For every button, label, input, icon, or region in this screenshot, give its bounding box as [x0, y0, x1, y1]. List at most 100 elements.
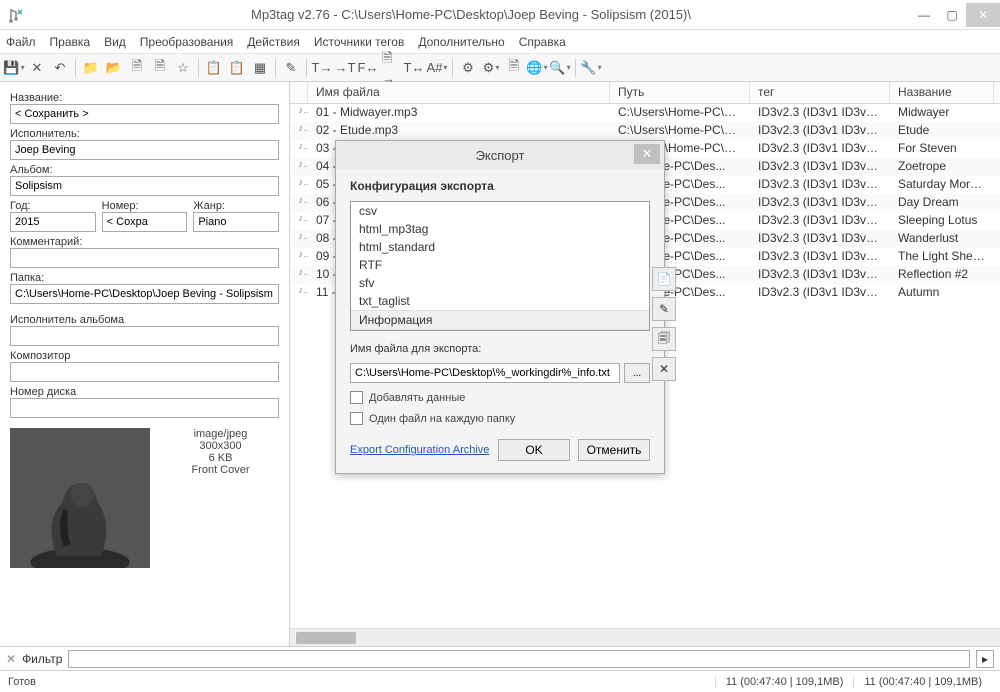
- folder-field[interactable]: [10, 284, 279, 304]
- cuesheet-icon[interactable]: 🗎: [150, 58, 170, 78]
- autonumber-icon[interactable]: A#▾: [427, 58, 447, 78]
- menu-view[interactable]: Вид: [104, 35, 126, 49]
- filter-clear-icon[interactable]: ✕: [6, 652, 16, 666]
- toolbar: 💾▾ ✕ ↶ 📁 📂 🗎 🗎 ☆ 📋 📋 ▦ ✎ T→ →T F↔ 🗎→ T↔ …: [0, 54, 1000, 82]
- copy-icon[interactable]: 📋: [204, 58, 224, 78]
- export-config-list[interactable]: csv html_mp3tag html_standard RTF sfv tx…: [350, 201, 650, 331]
- export-icon[interactable]: 🗎: [504, 58, 524, 78]
- cover-sources-icon[interactable]: 🔍▾: [550, 58, 570, 78]
- tag-tag-icon[interactable]: T↔: [404, 58, 424, 78]
- remove-tags-icon[interactable]: ✕: [27, 58, 47, 78]
- menu-edit[interactable]: Правка: [50, 35, 91, 49]
- menu-extras[interactable]: Дополнительно: [418, 35, 504, 49]
- undo-icon[interactable]: ↶: [50, 58, 70, 78]
- albumartist-label: Исполнитель альбома: [10, 314, 279, 326]
- favorite-icon[interactable]: ☆: [173, 58, 193, 78]
- export-filename-label: Имя файла для экспорта:: [350, 343, 650, 355]
- composer-field[interactable]: [10, 362, 279, 382]
- audio-file-icon: ♪: [290, 212, 308, 230]
- paste-icon[interactable]: 📋: [227, 58, 247, 78]
- audio-file-icon: ♪: [290, 284, 308, 302]
- status-ready: Готов: [8, 676, 36, 688]
- window-title: Mp3tag v2.76 - C:\Users\Home-PC\Desktop\…: [32, 7, 910, 22]
- col-path[interactable]: Путь: [610, 82, 750, 103]
- album-field[interactable]: [10, 176, 279, 196]
- album-label: Альбом:: [10, 164, 279, 176]
- tag-filename-icon[interactable]: T→: [312, 58, 332, 78]
- filter-label: Фильтр: [22, 652, 62, 666]
- app-icon: [8, 7, 24, 23]
- select-all-icon[interactable]: ▦: [250, 58, 270, 78]
- actions-icon[interactable]: ⚙: [458, 58, 478, 78]
- filter-apply-icon[interactable]: ▸: [976, 650, 994, 668]
- cancel-button[interactable]: Отменить: [578, 439, 650, 461]
- export-archive-link[interactable]: Export Configuration Archive: [350, 444, 490, 456]
- per-folder-label: Один файл на каждую папку: [369, 413, 515, 425]
- menu-help[interactable]: Справка: [519, 35, 566, 49]
- track-field[interactable]: [102, 212, 188, 232]
- cover-art[interactable]: [10, 428, 150, 568]
- artist-field[interactable]: [10, 140, 279, 160]
- textfile-tag-icon[interactable]: 🗎→: [381, 58, 401, 78]
- filter-input[interactable]: [68, 650, 970, 668]
- composer-label: Композитор: [10, 350, 279, 362]
- new-config-icon[interactable]: 📄: [652, 267, 676, 291]
- albumartist-field[interactable]: [10, 326, 279, 346]
- tag-sources-icon[interactable]: 🌐▾: [527, 58, 547, 78]
- col-tag[interactable]: тег: [750, 82, 890, 103]
- export-filename-field[interactable]: [350, 363, 620, 383]
- append-label: Добавлять данные: [369, 392, 465, 404]
- playlist-icon[interactable]: 🗎: [127, 58, 147, 78]
- title-field[interactable]: [10, 104, 279, 124]
- table-row[interactable]: ♪02 - Etude.mp3C:\Users\Home-PC\Des...ID…: [290, 122, 1000, 140]
- delete-config-icon[interactable]: ✕: [652, 357, 676, 381]
- table-row[interactable]: ♪01 - Midwayer.mp3C:\Users\Home-PC\Des..…: [290, 104, 1000, 122]
- artist-label: Исполнитель:: [10, 128, 279, 140]
- menu-tag-sources[interactable]: Источники тегов: [314, 35, 404, 49]
- year-label: Год:: [10, 200, 96, 212]
- status-selected: 11 (00:47:40 | 109,1MB): [715, 676, 854, 688]
- audio-file-icon: ♪: [290, 104, 308, 122]
- col-title[interactable]: Название: [890, 82, 994, 103]
- ok-button[interactable]: OK: [498, 439, 570, 461]
- genre-field[interactable]: [193, 212, 279, 232]
- audio-file-icon: ♪: [290, 230, 308, 248]
- comment-field[interactable]: [10, 248, 279, 268]
- quick-actions-icon[interactable]: ⚙▾: [481, 58, 501, 78]
- save-tags-icon[interactable]: 💾▾: [4, 58, 24, 78]
- genre-label: Жанр:: [193, 200, 279, 212]
- per-folder-checkbox[interactable]: [350, 412, 363, 425]
- cover-art-meta: image/jpeg300x3006 KBFront Cover: [162, 428, 279, 568]
- filter-bar: ✕ Фильтр ▸: [0, 646, 1000, 670]
- audio-file-icon: ♪: [290, 176, 308, 194]
- audio-file-icon: ♪: [290, 266, 308, 284]
- menu-convert[interactable]: Преобразования: [140, 35, 234, 49]
- extended-tags-icon[interactable]: ✎: [281, 58, 301, 78]
- dialog-close-button[interactable]: ✕: [634, 144, 660, 164]
- filename-tag-icon[interactable]: →T: [335, 58, 355, 78]
- close-button[interactable]: ✕: [966, 3, 1000, 27]
- audio-file-icon: ♪: [290, 122, 308, 140]
- open-dir-icon[interactable]: 📁: [81, 58, 101, 78]
- menu-actions[interactable]: Действия: [247, 35, 300, 49]
- duplicate-config-icon[interactable]: 🗐: [652, 327, 676, 351]
- dialog-subtitle: Конфигурация экспорта: [350, 179, 650, 193]
- title-label: Название:: [10, 92, 279, 104]
- minimize-button[interactable]: —: [910, 3, 938, 27]
- edit-config-icon[interactable]: ✎: [652, 297, 676, 321]
- append-checkbox[interactable]: [350, 391, 363, 404]
- disc-field[interactable]: [10, 398, 279, 418]
- filename-filename-icon[interactable]: F↔: [358, 58, 378, 78]
- add-dir-icon[interactable]: 📂: [104, 58, 124, 78]
- maximize-button[interactable]: ▢: [938, 3, 966, 27]
- tools-icon[interactable]: 🔧▾: [581, 58, 601, 78]
- year-field[interactable]: [10, 212, 96, 232]
- titlebar: Mp3tag v2.76 - C:\Users\Home-PC\Desktop\…: [0, 0, 1000, 30]
- menu-file[interactable]: Файл: [6, 35, 36, 49]
- tag-panel: Название: Исполнитель: Альбом: Год: Номе…: [0, 82, 290, 646]
- browse-button[interactable]: ...: [624, 363, 650, 383]
- horizontal-scrollbar[interactable]: [290, 628, 1000, 646]
- col-filename[interactable]: Имя файла: [308, 82, 610, 103]
- status-total: 11 (00:47:40 | 109,1MB): [853, 676, 992, 688]
- comment-label: Комментарий:: [10, 236, 279, 248]
